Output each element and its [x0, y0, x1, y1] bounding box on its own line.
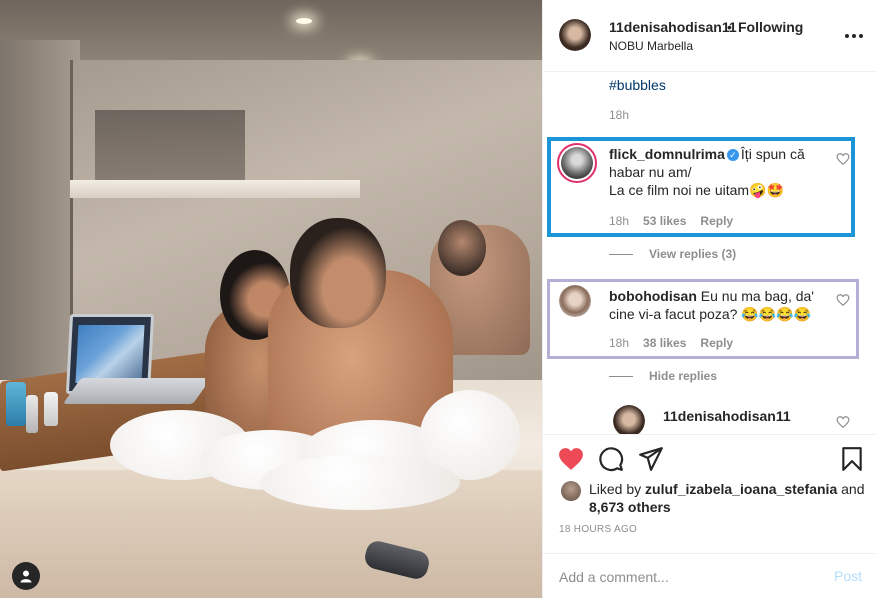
add-comment-bar: Post [543, 553, 876, 598]
post-header: 11denisahodisan11 • Following NOBU Marbe… [543, 0, 876, 72]
liker-avatar[interactable] [561, 481, 581, 501]
hide-replies-toggle[interactable]: Hide replies [609, 369, 717, 383]
post-comment-button[interactable]: Post [834, 568, 862, 584]
post-timestamp[interactable]: 18 HOURS AGO [559, 524, 637, 535]
photo-bottle [6, 382, 26, 426]
comments-list[interactable]: #bubbles 18h flick_domnulrima ✓ Îți spun c… [543, 72, 876, 434]
post-actions: Liked by zuluf_izabela_ioana_stefania an… [543, 434, 876, 598]
bookmark-icon [842, 447, 862, 471]
author-avatar[interactable] [559, 19, 591, 51]
likes-count-link[interactable]: 8,673 others [589, 499, 671, 515]
highlight-box-purple [547, 279, 859, 359]
share-button[interactable] [637, 445, 665, 473]
post-side-panel: 11denisahodisan11 • Following NOBU Marbe… [542, 0, 876, 598]
more-options-icon [845, 34, 849, 38]
replies-divider-line [609, 254, 633, 256]
like-button[interactable] [557, 445, 585, 473]
share-icon [639, 447, 663, 471]
caption-hashtag-link[interactable]: #bubbles [609, 77, 666, 93]
view-replies-toggle[interactable]: View replies (3) [609, 247, 736, 261]
photo-shelf [70, 180, 360, 198]
caption-time: 18h [609, 108, 630, 122]
photo-bottle [44, 392, 58, 426]
comment-icon [599, 447, 624, 472]
more-options-button[interactable] [845, 28, 863, 44]
liker-username-link[interactable]: zuluf_izabela_ioana_stefania [645, 481, 837, 497]
photo-cabinet [95, 110, 245, 180]
save-button[interactable] [838, 445, 866, 473]
photo-laptop-base [62, 378, 212, 404]
photo-ceiling [0, 0, 542, 60]
photo-person-head [290, 218, 386, 328]
photo-wall [0, 40, 80, 380]
highlight-box-blue [547, 137, 855, 237]
photo-foam [260, 455, 460, 510]
reply-avatar[interactable] [613, 405, 645, 434]
photo-ceiling-light [296, 18, 312, 24]
photo-bottle [26, 395, 38, 433]
following-button[interactable]: Following [738, 19, 803, 35]
author-username-link[interactable]: 11denisahodisan11 [609, 19, 737, 35]
reply-username-link[interactable]: 11denisahodisan11 [663, 407, 791, 425]
post-photo[interactable] [0, 0, 542, 598]
replies-divider-line [609, 376, 633, 378]
comment-like-heart-icon[interactable] [836, 415, 850, 429]
add-comment-input[interactable] [559, 566, 809, 588]
photo-reflection-head [438, 220, 486, 276]
user-icon [20, 570, 32, 583]
liked-by-text: Liked by zuluf_izabela_ioana_stefania an… [589, 481, 865, 515]
header-separator: • [727, 19, 732, 35]
tagged-users-button[interactable] [12, 562, 40, 590]
heart-filled-icon [559, 448, 583, 470]
location-link[interactable]: NOBU Marbella [609, 39, 693, 53]
comment-button[interactable] [597, 445, 625, 473]
